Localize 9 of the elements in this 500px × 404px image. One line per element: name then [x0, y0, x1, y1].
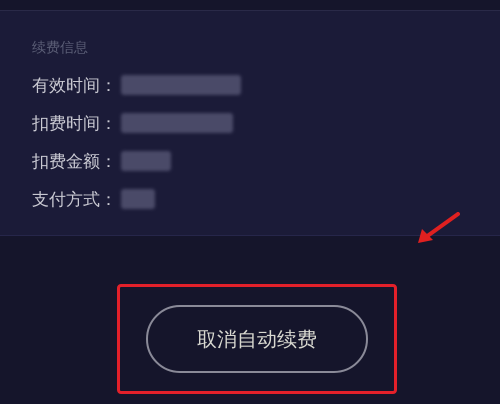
redacted-value — [121, 151, 171, 171]
field-label: 支付方式： — [32, 188, 117, 210]
field-label: 扣费时间： — [32, 112, 117, 134]
field-label: 扣费金额： — [32, 150, 117, 172]
section-title: 续费信息 — [32, 39, 89, 57]
arrow-icon — [416, 212, 460, 244]
redacted-value — [121, 189, 155, 209]
field-label: 有效时间： — [32, 74, 117, 96]
cancel-button[interactable]: 取消自动续费 — [146, 305, 368, 373]
